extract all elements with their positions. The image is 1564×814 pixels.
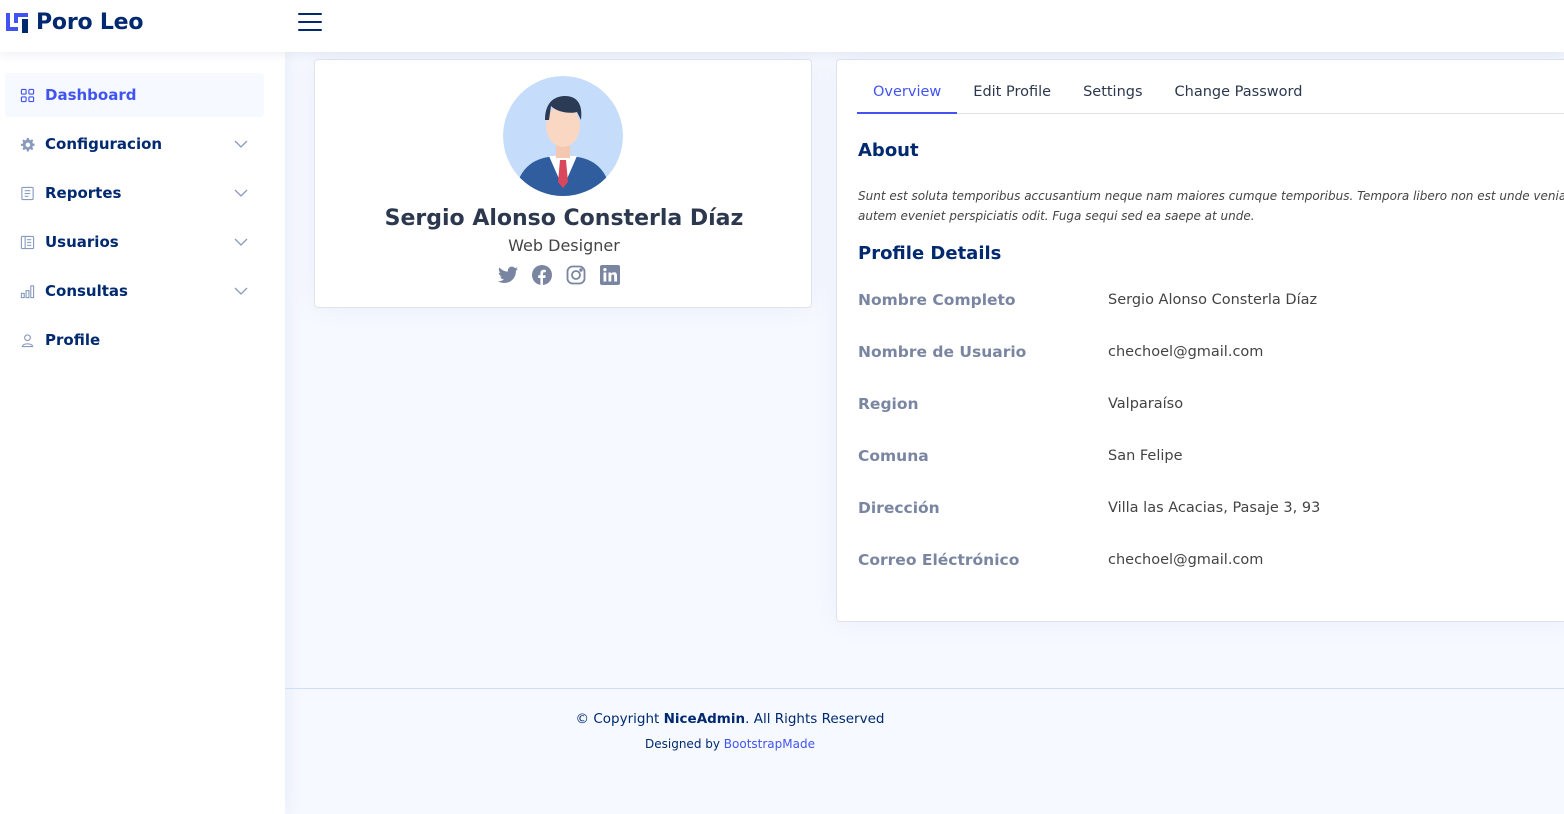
grid-icon (19, 87, 35, 103)
sidebar-item-label: Dashboard (45, 86, 137, 104)
detail-value: chechoel@gmail.com (1108, 552, 1264, 568)
profile-name: Sergio Alonso Consterla Díaz (384, 206, 744, 231)
detail-label: Comuna (858, 447, 929, 465)
detail-label: Correo Eléctrónico (858, 551, 1020, 569)
sidebar-item-label: Profile (45, 331, 101, 349)
detail-value: San Felipe (1108, 448, 1183, 464)
logo-icon (6, 13, 28, 33)
tab-settings[interactable]: Settings (1067, 74, 1158, 114)
credits: Designed by BootstrapMade (285, 737, 1175, 751)
sidebar-item-configuracion[interactable]: Configuracion (5, 122, 264, 166)
chevron-down-icon (234, 238, 248, 246)
sidebar-item-label: Usuarios (45, 233, 119, 251)
about-text: Sunt est soluta temporibus accusantium n… (858, 186, 1564, 226)
detail-label: Nombre de Usuario (858, 343, 1027, 361)
about-title: About (858, 140, 919, 161)
gear-icon (19, 136, 35, 152)
detail-label: Region (858, 395, 919, 413)
sidebar-item-label: Configuracion (45, 135, 163, 153)
tab-change-password[interactable]: Change Password (1159, 74, 1319, 114)
profile-details-title: Profile Details (858, 243, 1002, 264)
top-header: Poro Leo (0, 0, 1564, 52)
social-links (497, 264, 621, 286)
layout-icon (19, 234, 35, 250)
sidebar-item-label: Reportes (45, 184, 122, 202)
detail-value: Villa las Acacias, Pasaje 3, 93 (1108, 500, 1321, 516)
sidebar-item-consultas[interactable]: Consultas (5, 269, 264, 313)
bootstrapmade-link[interactable]: BootstrapMade (724, 737, 815, 751)
sidebar-item-dashboard[interactable]: Dashboard (5, 73, 264, 117)
detail-value: Sergio Alonso Consterla Díaz (1108, 292, 1318, 308)
bar-chart-icon (19, 283, 35, 299)
sidebar: Dashboard Configuracion Reportes Usuario… (0, 52, 285, 814)
tab-overview[interactable]: Overview (857, 74, 958, 114)
instagram-icon[interactable] (565, 264, 587, 286)
detail-label: Dirección (858, 499, 940, 517)
sidebar-item-label: Consultas (45, 282, 128, 300)
sidebar-item-usuarios[interactable]: Usuarios (5, 220, 264, 264)
designed-by-text: Designed by (645, 737, 720, 751)
detail-label: Nombre Completo (858, 291, 1016, 309)
chevron-down-icon (234, 287, 248, 295)
profile-role: Web Designer (508, 236, 620, 255)
tab-edit-profile[interactable]: Edit Profile (957, 74, 1067, 114)
footer: © Copyright NiceAdmin. All Rights Reserv… (285, 688, 1564, 814)
sidebar-item-reportes[interactable]: Reportes (5, 171, 264, 215)
chevron-down-icon (234, 189, 248, 197)
twitter-icon[interactable] (497, 264, 519, 286)
person-icon (19, 332, 35, 348)
copyright-prefix: © Copyright (575, 711, 660, 727)
detail-value: Valparaíso (1108, 396, 1184, 412)
linkedin-icon[interactable] (599, 264, 621, 286)
logo[interactable]: Poro Leo (4, 9, 144, 35)
profile-tabs: Overview Edit Profile Settings Change Pa… (857, 74, 1564, 114)
avatar (503, 76, 623, 196)
about-line-1: Sunt est soluta temporibus accusantium n… (858, 189, 1564, 203)
facebook-icon[interactable] (531, 264, 553, 286)
report-icon (19, 185, 35, 201)
copyright-brand: NiceAdmin (663, 711, 746, 727)
logo-text: Poro Leo (36, 9, 144, 35)
profile-card: Sergio Alonso Consterla Díaz Web Designe… (314, 59, 812, 308)
toggle-sidebar-button[interactable] (298, 13, 322, 33)
chevron-down-icon (234, 140, 248, 148)
detail-value: chechoel@gmail.com (1108, 344, 1264, 360)
about-line-2: autem eveniet perspiciatis odit. Fuga se… (858, 209, 1255, 223)
profile-details-card: Overview Edit Profile Settings Change Pa… (836, 59, 1564, 622)
copyright-suffix: . All Rights Reserved (745, 711, 885, 727)
copyright: © Copyright NiceAdmin. All Rights Reserv… (285, 711, 1175, 727)
sidebar-item-profile[interactable]: Profile (5, 318, 264, 362)
